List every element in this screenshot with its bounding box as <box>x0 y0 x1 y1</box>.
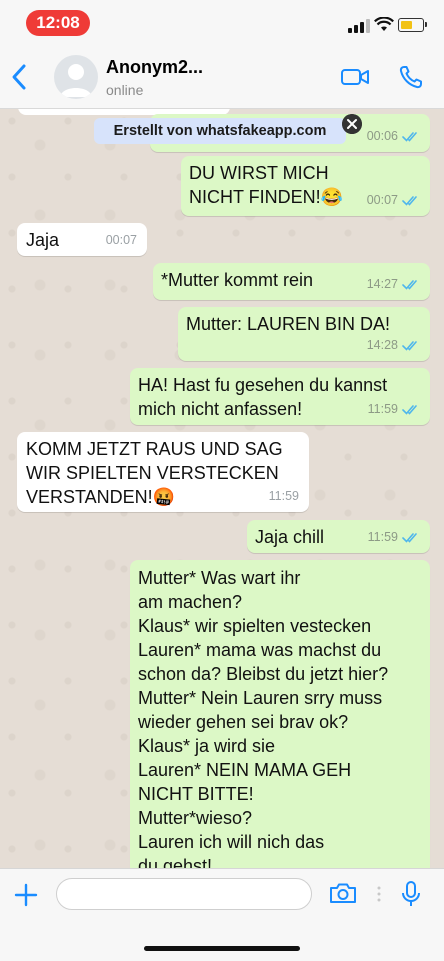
message-meta: 00:06 <box>367 124 420 148</box>
contact-status: online <box>106 82 144 98</box>
wifi-icon <box>374 17 394 31</box>
message-meta: 11:59 <box>368 525 420 549</box>
message-time: 00:06 <box>366 129 398 143</box>
message-bubble-outgoing[interactable]: DU WIRST MICH NICHT FINDEN!😂 00:07 <box>181 156 430 216</box>
double-check-icon <box>402 195 417 206</box>
message-meta: 00:07 <box>367 188 420 212</box>
message-meta: 11:59 <box>368 397 420 421</box>
message-meta: 14:27 <box>367 272 420 296</box>
message-time: 00:07 <box>105 233 137 247</box>
message-bubble-outgoing[interactable]: HA! Hast fu gesehen du kannst mich nicht… <box>130 368 430 425</box>
double-check-icon <box>402 404 417 415</box>
cellular-signal-icon <box>348 19 370 33</box>
video-call-icon[interactable] <box>340 66 370 88</box>
message-meta: 11:59 <box>269 484 299 508</box>
message-bubble-incoming[interactable]: Jaja 00:07 <box>17 223 147 256</box>
close-icon[interactable] <box>342 114 362 134</box>
message-bubble-outgoing[interactable]: Mutter: LAUREN BIN DA! 14:28 <box>178 307 430 361</box>
status-bar: 12:08 <box>0 0 444 46</box>
avatar[interactable] <box>54 55 98 99</box>
message-time: 11:59 <box>367 530 398 544</box>
double-check-icon <box>402 279 417 290</box>
message-bubble-incoming[interactable]: KOMM JETZT RAUS UND SAG WIR SPIELTEN VER… <box>17 432 309 512</box>
message-text: Mutter* Was wart ihr am machen? Klaus* w… <box>138 568 389 868</box>
message-bubble-outgoing[interactable]: Mutter* Was wart ihr am machen? Klaus* w… <box>130 560 430 868</box>
input-bar <box>0 868 444 961</box>
message-time: 14:27 <box>366 277 398 291</box>
more-dots-icon[interactable] <box>377 886 381 902</box>
camera-icon[interactable] <box>329 882 357 904</box>
back-chevron-icon[interactable] <box>8 62 30 92</box>
message-input[interactable] <box>56 878 312 910</box>
phone-icon[interactable] <box>398 64 424 90</box>
chat-area[interactable]: Erstellt von whatsfakeapp.com 00:06 DU W… <box>0 109 444 868</box>
double-check-icon <box>402 340 417 351</box>
microphone-icon[interactable] <box>400 880 422 908</box>
message-meta: 14:28 <box>367 333 420 357</box>
battery-icon <box>398 18 427 32</box>
message-bubble-outgoing[interactable]: Jaja chill 11:59 <box>247 520 430 553</box>
status-time: 12:08 <box>26 10 90 36</box>
avatar-placeholder-icon <box>60 64 92 97</box>
message-text: KOMM JETZT RAUS UND SAG WIR SPIELTEN VER… <box>26 439 283 507</box>
chat-header: Anonym2... online <box>0 46 444 109</box>
message-time: 00:07 <box>366 193 398 207</box>
double-check-icon <box>402 131 417 142</box>
message-time: 11:59 <box>268 489 299 503</box>
message-bubble-outgoing[interactable]: *Mutter kommt rein 14:27 <box>153 263 430 300</box>
double-check-icon <box>402 532 417 543</box>
contact-name[interactable]: Anonym2... <box>106 57 203 78</box>
message-time: 14:28 <box>366 338 398 352</box>
message-time: 11:59 <box>367 402 398 416</box>
message-meta: 00:07 <box>106 228 137 252</box>
home-indicator <box>144 946 300 951</box>
plus-icon[interactable] <box>14 883 38 907</box>
watermark-banner: Erstellt von whatsfakeapp.com <box>94 118 346 144</box>
